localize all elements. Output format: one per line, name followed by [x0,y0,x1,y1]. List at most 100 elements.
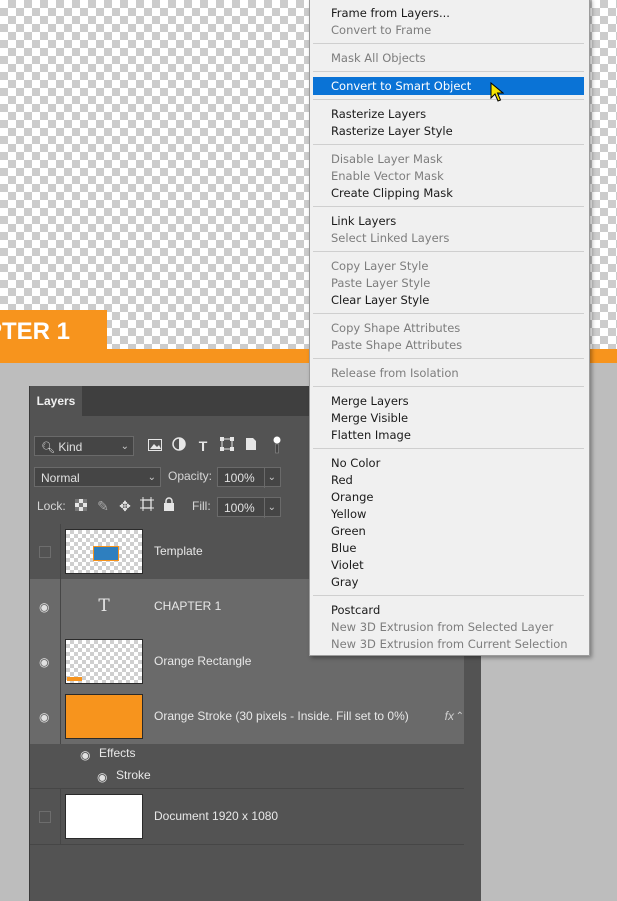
menu-separator [313,358,584,359]
menu-item-release-from-isolation[interactable]: Release from Isolation [313,365,584,382]
chapter-text: PTER 1 [0,318,71,345]
mouse-pointer-icon [490,82,504,102]
menu-item-create-clipping-mask[interactable]: Create Clipping Mask [313,185,584,202]
menu-item-postcard[interactable]: Postcard [313,602,584,619]
filter-toggle-icon[interactable] [268,436,286,454]
layer-row-orange-stroke[interactable]: ◉ Orange Stroke (30 pixels - Inside. Fil… [30,689,464,745]
layer-thumbnail [65,694,143,739]
menu-item-copy-layer-style[interactable]: Copy Layer Style [313,258,584,275]
layer-context-menu: Frame from Layers... Convert to Frame Ma… [309,0,590,656]
menu-item-3d-extrusion-current-selection[interactable]: New 3D Extrusion from Current Selection [313,636,584,653]
layer-name: Orange Rectangle [154,654,252,668]
menu-item-yellow[interactable]: Yellow [313,506,584,523]
fx-icon[interactable]: fx [445,689,454,744]
menu-item-flatten-image[interactable]: Flatten Image [313,427,584,444]
menu-separator [313,99,584,100]
pixel-filter-icon[interactable] [146,437,164,455]
opacity-label: Opacity: [168,469,213,483]
lock-artboard-icon[interactable] [138,497,156,515]
menu-item-gray[interactable]: Gray [313,574,584,591]
menu-separator [313,448,584,449]
layer-name: Template [154,544,203,558]
layer-thumbnail [65,639,143,684]
menu-separator [313,313,584,314]
effects-label: Effects [99,746,136,760]
menu-item-convert-to-smart-object[interactable]: Convert to Smart Object [313,77,584,95]
eye-icon[interactable]: ◉ [97,770,107,784]
menu-item-paste-layer-style[interactable]: Paste Layer Style [313,275,584,292]
menu-item-blue[interactable]: Blue [313,540,584,557]
chevron-down-icon: ⌄ [263,498,276,518]
visibility-toggle[interactable]: ◉ [30,634,61,689]
menu-separator [313,144,584,145]
visibility-toggle[interactable]: ◉ [30,579,61,634]
menu-separator [313,206,584,207]
menu-separator [313,386,584,387]
eye-icon: ◉ [39,709,50,724]
layer-name: Orange Stroke (30 pixels - Inside. Fill … [154,709,409,723]
menu-item-select-linked-layers[interactable]: Select Linked Layers [313,230,584,247]
collapse-effects-icon[interactable]: ⌃ [456,689,464,744]
effects-group: ◉ Effects ◉ Stroke [30,744,464,789]
stroke-effect-label: Stroke [116,768,151,782]
adjustment-filter-icon[interactable] [170,437,188,455]
menu-item-merge-layers[interactable]: Merge Layers [313,393,584,410]
template-thumbnail-graphic [93,546,119,561]
visibility-toggle[interactable] [30,524,61,579]
eye-icon: ◉ [39,599,50,614]
chevron-down-icon: ⌄ [263,468,276,488]
menu-separator [313,251,584,252]
menu-item-green[interactable]: Green [313,523,584,540]
visibility-off-box [39,545,51,558]
menu-item-3d-extrusion-selected-layer[interactable]: New 3D Extrusion from Selected Layer [313,619,584,636]
type-layer-icon: T [98,596,110,616]
fill-label: Fill: [192,499,211,513]
blend-mode-dropdown[interactable]: Normal ⌄ [34,467,161,487]
menu-item-disable-layer-mask[interactable]: Disable Layer Mask [313,151,584,168]
menu-separator [313,71,584,72]
menu-item-merge-visible[interactable]: Merge Visible [313,410,584,427]
menu-item-copy-shape-attributes[interactable]: Copy Shape Attributes [313,320,584,337]
layer-thumbnail [65,794,143,839]
layer-filter-kind[interactable]: 🔍︎ Kind ⌄ [34,436,134,456]
layer-name: CHAPTER 1 [154,599,222,613]
menu-item-clear-layer-style[interactable]: Clear Layer Style [313,292,584,309]
menu-item-violet[interactable]: Violet [313,557,584,574]
eye-icon[interactable]: ◉ [80,748,90,762]
type-filter-icon[interactable]: T [194,437,212,455]
rectangle-thumbnail-graphic [67,677,82,681]
lock-image-pixels-icon[interactable]: ✎ [94,497,112,515]
menu-item-enable-vector-mask[interactable]: Enable Vector Mask [313,168,584,185]
chevron-down-icon: ⌄ [120,441,129,452]
smart-object-filter-icon[interactable] [242,437,260,455]
menu-item-rasterize-layer-style[interactable]: Rasterize Layer Style [313,123,584,140]
menu-item-rasterize-layers[interactable]: Rasterize Layers [313,106,584,123]
menu-item-mask-all-objects[interactable]: Mask All Objects [313,50,584,67]
chevron-down-icon: ⌄ [147,472,156,483]
visibility-toggle[interactable] [30,789,61,844]
opacity-field[interactable]: 100% ⌄ [217,467,281,488]
layer-row-document[interactable]: Document 1920 x 1080 [30,789,464,845]
menu-item-no-color[interactable]: No Color [313,455,584,472]
opacity-value: 100% [224,471,255,485]
tab-layers[interactable]: Layers [30,386,82,416]
menu-separator [313,43,584,44]
fill-value: 100% [224,501,255,515]
menu-item-link-layers[interactable]: Link Layers [313,213,584,230]
lock-position-icon[interactable]: ✥ [116,497,134,515]
fill-field[interactable]: 100% ⌄ [217,497,281,518]
menu-item-convert-to-frame[interactable]: Convert to Frame [313,22,584,39]
effects-spacer [30,744,60,788]
eye-icon: ◉ [39,654,50,669]
visibility-off-box [39,810,51,823]
shape-filter-icon[interactable] [218,437,236,455]
menu-item-orange[interactable]: Orange [313,489,584,506]
lock-all-icon[interactable] [160,497,178,515]
filter-kind-label: Kind [58,440,83,454]
visibility-toggle[interactable]: ◉ [30,689,61,744]
menu-item-red[interactable]: Red [313,472,584,489]
lock-transparent-pixels-icon[interactable] [72,497,90,515]
menu-item-paste-shape-attributes[interactable]: Paste Shape Attributes [313,337,584,354]
lock-label: Lock: [37,499,66,513]
menu-item-frame-from-layers[interactable]: Frame from Layers... [313,5,584,22]
